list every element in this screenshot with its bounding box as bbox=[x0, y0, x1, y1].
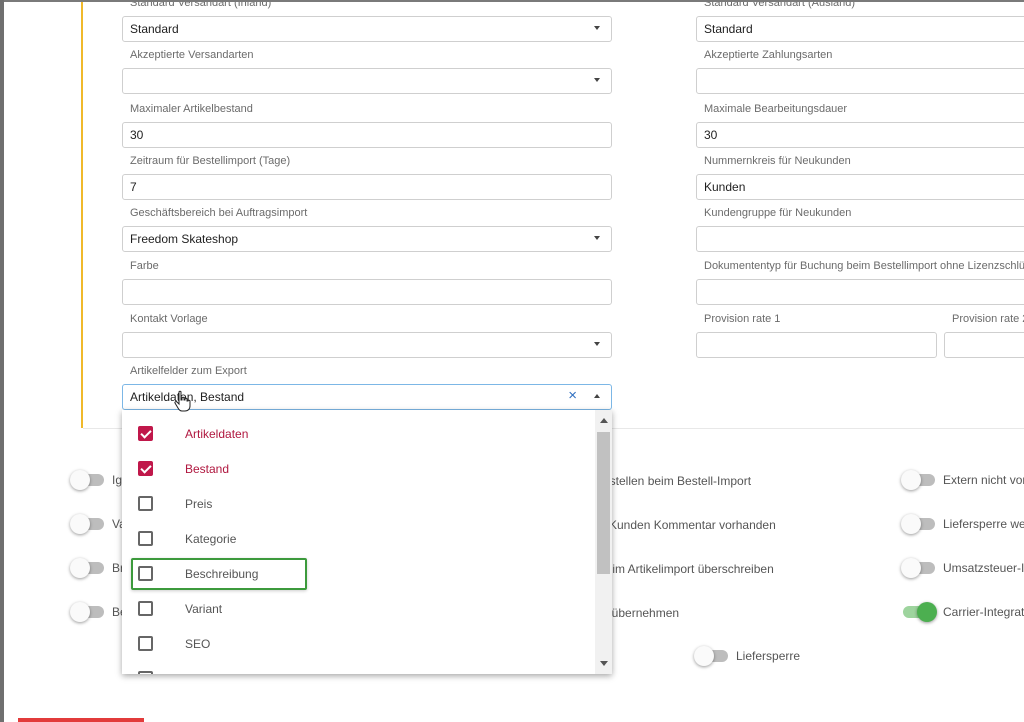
dropdown-option[interactable]: Artikeldaten bbox=[122, 416, 594, 451]
toggle-label-fragment: erstellen beim Bestell-Import bbox=[599, 474, 752, 488]
chevron-up-icon[interactable] bbox=[594, 394, 600, 398]
checkbox-icon[interactable] bbox=[138, 496, 153, 511]
dropdown-option[interactable]: Bestand bbox=[122, 451, 594, 486]
option-label: Preis bbox=[185, 497, 213, 511]
toggle-label: Carrier-Integratio bbox=[943, 605, 1024, 619]
dropdown-option[interactable]: Kategorie bbox=[122, 521, 594, 556]
field-label: Provision rate 2 bbox=[952, 313, 1024, 325]
checkbox-icon[interactable] bbox=[138, 461, 153, 476]
scroll-up-icon[interactable] bbox=[600, 418, 608, 423]
field-value: 7 bbox=[130, 180, 137, 194]
field-label: Standard Versandart (Inland) bbox=[130, 2, 272, 9]
field-label: Provision rate 1 bbox=[704, 313, 781, 325]
field-label: Maximale Bearbeitungsdauer bbox=[704, 103, 848, 115]
chevron-down-icon[interactable] bbox=[594, 26, 600, 30]
scroll-down-icon[interactable] bbox=[600, 661, 608, 666]
option-label: Variant bbox=[185, 602, 223, 616]
settings-panel: Standard Versandart (Inland) Standard St… bbox=[4, 2, 1024, 722]
field-label: Zeitraum für Bestellimport (Tage) bbox=[130, 155, 291, 167]
checkbox-icon[interactable] bbox=[138, 426, 153, 441]
dropdown-option[interactable]: SEO bbox=[122, 626, 594, 661]
field-label: Kontakt Vorlage bbox=[130, 313, 208, 325]
field-label: Maximaler Artikelbestand bbox=[130, 103, 253, 115]
checkbox-icon[interactable] bbox=[138, 636, 153, 651]
field-label: Akzeptierte Versandarten bbox=[130, 49, 254, 61]
option-label: Artikeldaten bbox=[185, 427, 249, 441]
field-value: Kunden bbox=[704, 180, 746, 194]
hand-cursor-icon bbox=[174, 390, 191, 412]
field-value: Freedom Skateshop bbox=[130, 232, 239, 246]
checkbox-icon[interactable] bbox=[138, 601, 153, 616]
clear-icon[interactable]: × bbox=[568, 388, 577, 404]
chevron-down-icon[interactable] bbox=[594, 236, 600, 240]
field-label: Dokumententyp für Buchung beim Bestellim… bbox=[704, 260, 1024, 272]
field-label: Kundengruppe für Neukunden bbox=[704, 207, 852, 219]
chevron-down-icon[interactable] bbox=[594, 78, 600, 82]
toggle-label: Umsatzsteuer-Id bbox=[943, 561, 1024, 575]
field-value: Standard bbox=[704, 22, 753, 36]
toggle-label: Ig bbox=[112, 473, 123, 487]
option-label: Bestand bbox=[185, 462, 230, 476]
chevron-down-icon[interactable] bbox=[594, 342, 600, 346]
dropdown-option[interactable]: Preis bbox=[122, 486, 594, 521]
scroll-thumb[interactable] bbox=[597, 432, 610, 574]
field-label: Farbe bbox=[130, 260, 159, 272]
artikelfelder-dropdown: Artikeldaten Bestand Preis Kategorie Bes… bbox=[122, 410, 612, 674]
dropdown-option[interactable]: Variant bbox=[122, 591, 594, 626]
primary-action-bar[interactable] bbox=[18, 718, 144, 722]
field-value: 30 bbox=[130, 128, 144, 142]
toggle-label: Liefersperre bbox=[736, 649, 801, 663]
accent-line bbox=[81, 2, 83, 428]
checkbox-icon[interactable] bbox=[138, 531, 153, 546]
dropdown-option[interactable] bbox=[122, 661, 594, 674]
toggle-label-fragment: n Kunden Kommentar vorhanden bbox=[599, 518, 776, 532]
field-label: Standard Versandart (Ausland) bbox=[704, 2, 856, 9]
toggle-label: Liefersperre wer bbox=[943, 517, 1024, 531]
toggle-label-fragment: beim Artikelimport überschreiben bbox=[599, 562, 774, 576]
option-label: SEO bbox=[185, 637, 211, 651]
field-value: 30 bbox=[704, 128, 718, 142]
field-label: Artikelfelder zum Export bbox=[130, 365, 247, 377]
field-value: Standard bbox=[130, 22, 179, 36]
field-label: Geschäftsbereich bei Auftragsimport bbox=[130, 207, 308, 219]
highlight-frame bbox=[131, 558, 307, 590]
field-label: Nummernkreis für Neukunden bbox=[704, 155, 851, 167]
dropdown-scrollbar[interactable] bbox=[595, 410, 612, 674]
field-label: Akzeptierte Zahlungsarten bbox=[704, 49, 833, 61]
checkbox-icon[interactable] bbox=[138, 671, 153, 674]
toggle-label: Extern nicht vor bbox=[943, 473, 1024, 487]
option-label: Kategorie bbox=[185, 532, 237, 546]
